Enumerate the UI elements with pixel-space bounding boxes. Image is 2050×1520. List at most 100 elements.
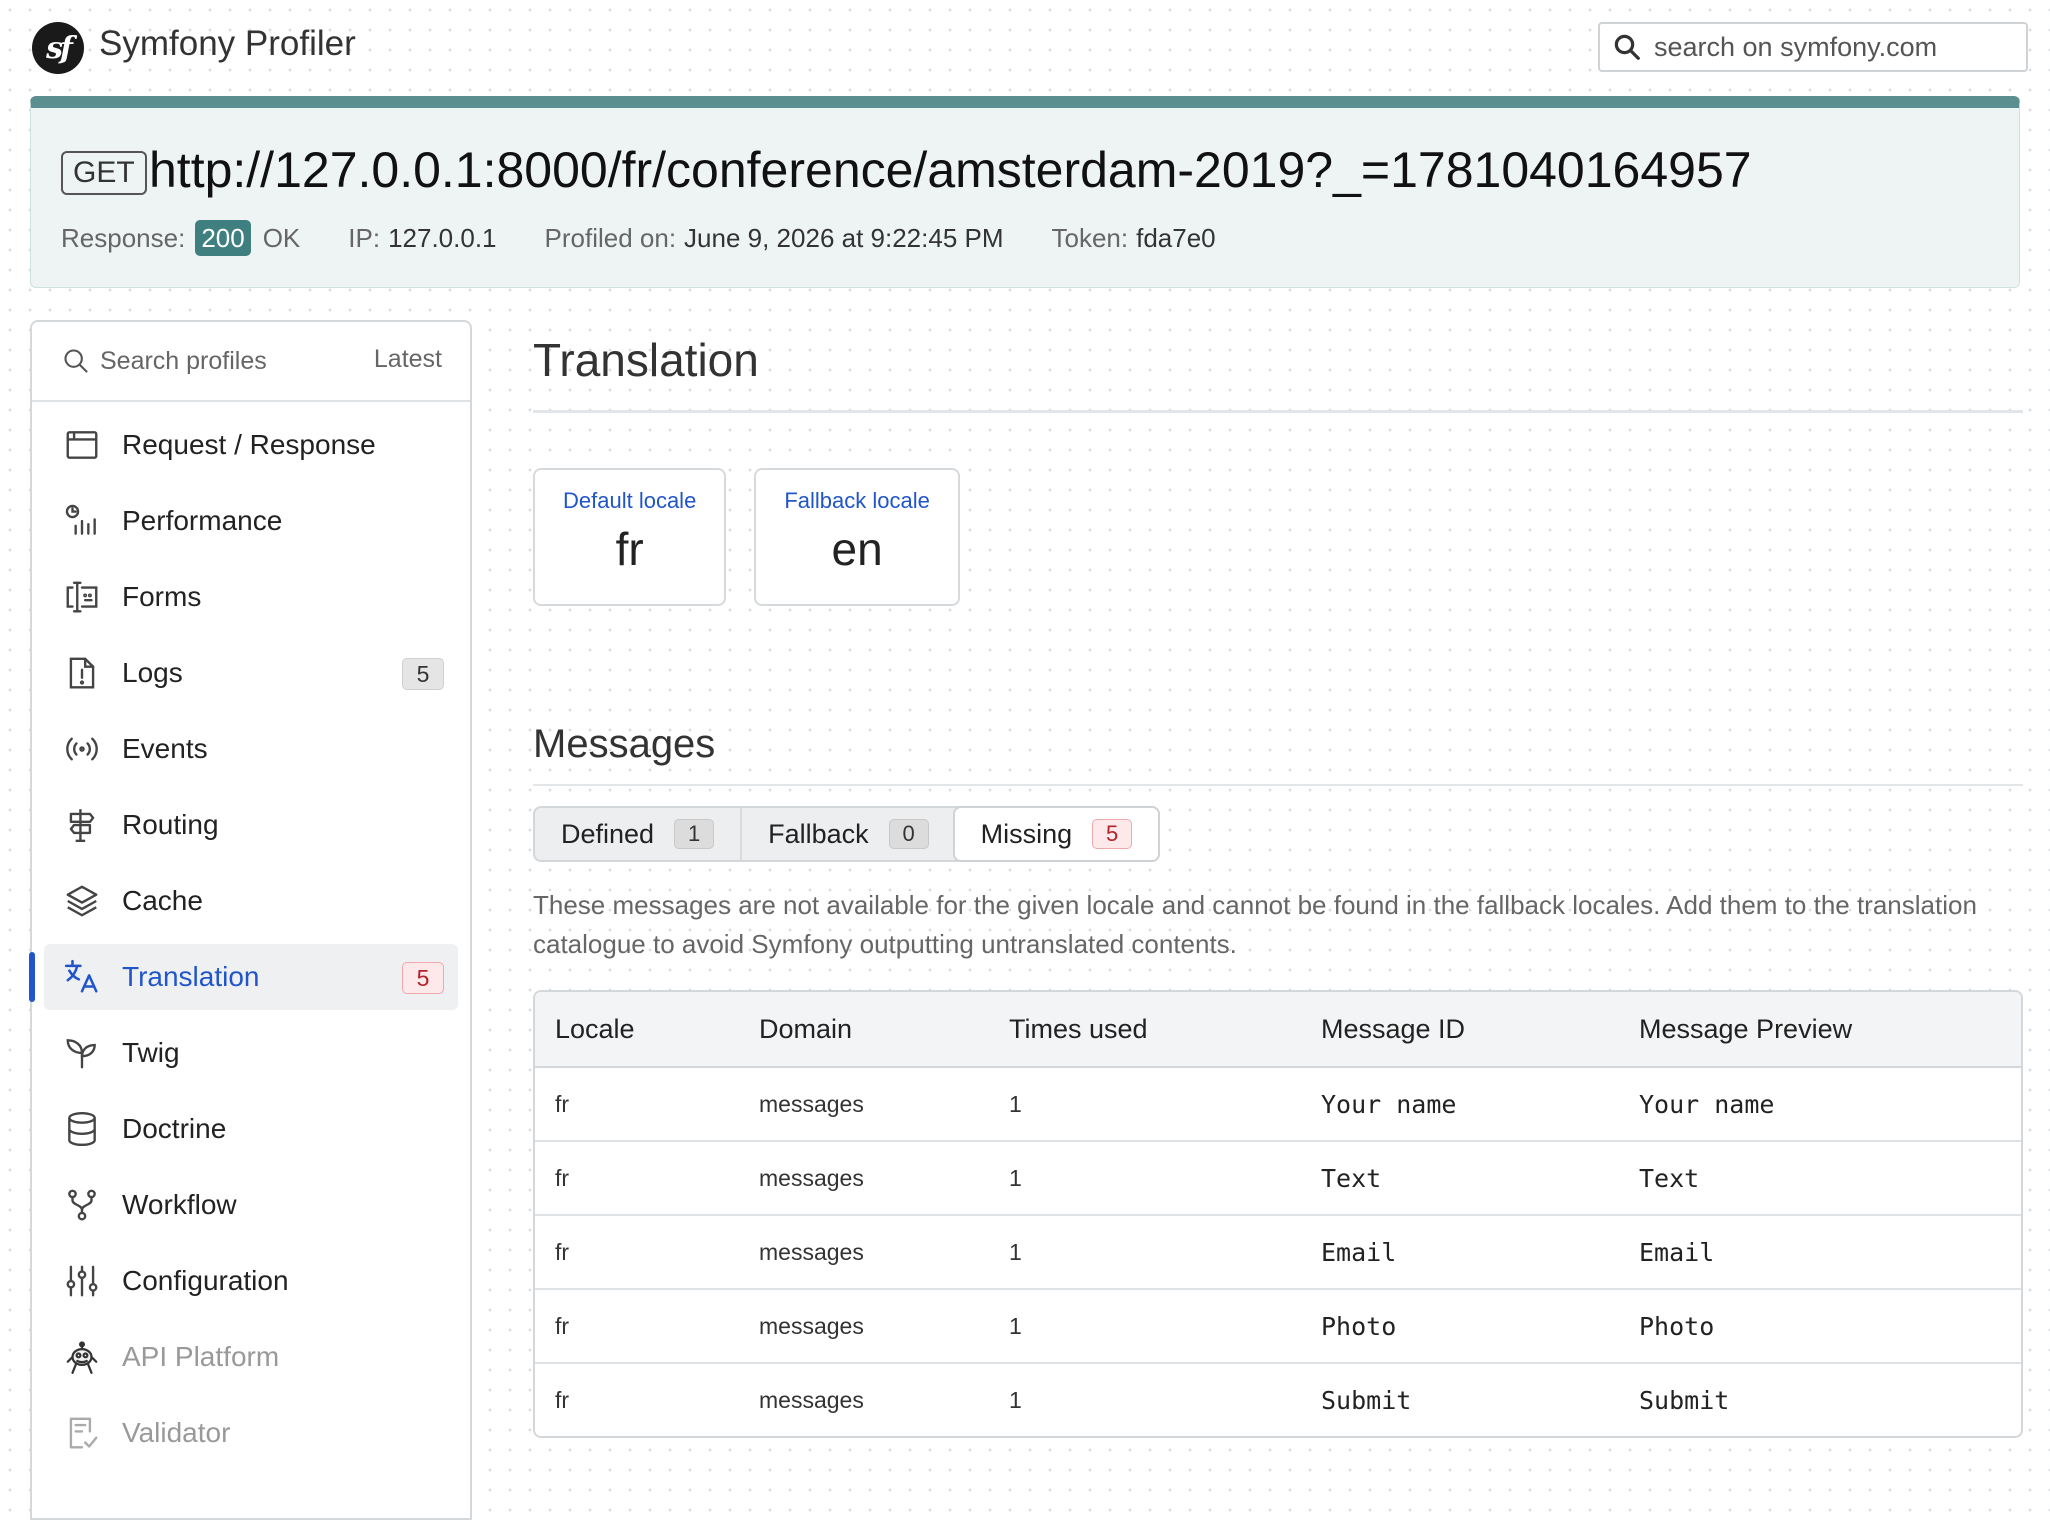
profiler-sidebar: Search profiles Latest Request / Respons… (29, 320, 472, 1520)
sidebar-item-label: Doctrine (122, 1113, 227, 1144)
sidebar-item-request-response[interactable]: Request / Response (44, 412, 458, 478)
performance-icon (62, 501, 102, 541)
sidebar-item-translation[interactable]: Translation 5 (29, 944, 458, 1010)
tab-label: Fallback (768, 818, 869, 849)
column-header-locale: Locale (535, 992, 739, 1068)
app-title: Symfony Profiler (99, 24, 356, 63)
table-row: fr messages 1 Your name Your name (535, 1067, 2021, 1141)
sidebar-item-api-platform[interactable]: API Platform (44, 1324, 458, 1390)
forms-icon (62, 577, 102, 617)
twig-icon (62, 1033, 102, 1073)
metric-label: Fallback locale (784, 488, 930, 513)
token-label: Token: (1051, 222, 1129, 253)
translation-icon (62, 957, 102, 997)
cell-message-id: Email (1301, 1214, 1619, 1289)
request-metadata: Response: 200 OK IP: 127.0.0.1 Profiled … (61, 220, 1264, 256)
ip-label: IP: (348, 222, 381, 253)
cell-message-preview: Your name (1639, 1089, 1775, 1119)
sidebar-item-logs[interactable]: Logs 5 (44, 640, 458, 706)
sidebar-item-label: Request / Response (122, 429, 376, 460)
messages-title: Messages (533, 716, 2023, 786)
symfony-search-box[interactable]: search on symfony.com (1598, 22, 2028, 72)
default-locale-metric: Default locale fr (533, 468, 727, 606)
latest-profile-link[interactable]: Latest (374, 345, 442, 374)
tab-defined[interactable]: Defined 1 (535, 808, 740, 860)
tab-fallback[interactable]: Fallback 0 (740, 808, 955, 860)
cell-times-used: 1 (989, 1214, 1301, 1289)
symfony-logo[interactable]: sf (32, 22, 84, 74)
cell-times-used: 1 (989, 1362, 1301, 1436)
tab-label: Missing (980, 818, 1073, 849)
token-value[interactable]: fda7e0 (1136, 223, 1216, 254)
sidebar-item-label: Twig (122, 1037, 180, 1068)
sidebar-item-validator[interactable]: Validator (44, 1400, 458, 1466)
sidebar-item-label: Validator (122, 1417, 231, 1448)
missing-messages-table: Locale Domain Times used Message ID Mess… (533, 990, 2023, 1438)
symfony-search-placeholder: search on symfony.com (1654, 31, 1938, 62)
sidebar-item-label: Cache (122, 885, 203, 916)
workflow-icon (62, 1185, 102, 1225)
sidebar-item-label: Forms (122, 581, 202, 612)
events-icon (62, 729, 102, 769)
status-badge: 200 (195, 220, 251, 256)
sidebar-item-workflow[interactable]: Workflow (44, 1172, 458, 1238)
locale-metrics: Default locale fr Fallback locale en (533, 468, 2023, 606)
logs-icon (62, 653, 102, 693)
cell-domain: messages (739, 1288, 989, 1363)
sidebar-item-label: Workflow (122, 1189, 237, 1220)
search-icon (64, 349, 88, 373)
logs-count-badge: 5 (402, 658, 444, 690)
page-title: Translation (533, 320, 2023, 413)
sidebar-item-label: Logs (122, 657, 183, 688)
sidebar-item-forms[interactable]: Forms (44, 564, 458, 630)
table-header-row: Locale Domain Times used Message ID Mess… (535, 992, 2021, 1068)
cache-icon (62, 881, 102, 921)
table-row: fr messages 1 Photo Photo (535, 1288, 2021, 1363)
cell-message-id: Your name (1321, 1089, 1457, 1119)
configuration-icon (62, 1261, 102, 1301)
table-row: fr messages 1 Email Email (535, 1214, 2021, 1289)
cell-message-preview: Photo (1619, 1288, 2021, 1363)
cell-locale: fr (535, 1362, 739, 1436)
cell-domain: messages (739, 1140, 989, 1215)
cell-message-id: Text (1301, 1140, 1619, 1215)
cell-message-id: Photo (1301, 1288, 1619, 1363)
sidebar-item-routing[interactable]: Routing (44, 792, 458, 858)
top-header: sf Symfony Profiler search on symfony.co… (0, 0, 2050, 95)
tab-count-badge: 0 (888, 819, 929, 849)
metric-label: Default locale (563, 488, 697, 513)
metric-value: fr (615, 523, 644, 575)
sidebar-item-configuration[interactable]: Configuration (44, 1248, 458, 1314)
translation-count-badge: 5 (402, 962, 444, 994)
column-header-message-id: Message ID (1301, 992, 1619, 1068)
table-row: fr messages 1 Text Text (535, 1140, 2021, 1215)
sidebar-item-label: Performance (122, 505, 283, 536)
sidebar-item-twig[interactable]: Twig (44, 1020, 458, 1086)
cell-times-used: 1 (1009, 1090, 1022, 1117)
profiled-label: Profiled on: (544, 222, 677, 253)
http-method-badge: GET (61, 151, 147, 195)
cell-message-preview: Text (1619, 1140, 2021, 1215)
sidebar-item-label: Routing (122, 809, 219, 840)
response-label: Response: (61, 222, 186, 253)
tab-missing[interactable]: Missing 5 (952, 806, 1161, 862)
sidebar-item-cache[interactable]: Cache (44, 868, 458, 934)
api-platform-icon (62, 1337, 102, 1377)
search-profiles-placeholder: Search profiles (100, 346, 267, 375)
cell-domain: messages (759, 1090, 864, 1117)
sidebar-item-doctrine[interactable]: Doctrine (44, 1096, 458, 1162)
sidebar-item-label: Configuration (122, 1265, 289, 1296)
sidebar-item-label: Events (122, 733, 208, 764)
fallback-locale-metric: Fallback locale en (754, 468, 960, 606)
column-header-times-used: Times used (989, 992, 1301, 1068)
search-profiles[interactable]: Search profiles Latest (32, 322, 470, 402)
cell-message-preview: Email (1619, 1214, 2021, 1289)
sidebar-item-events[interactable]: Events (44, 716, 458, 782)
panel-menu: Request / Response Performance Forms Log… (29, 402, 470, 1466)
cell-locale: fr (535, 1214, 739, 1289)
request-summary: GET http://127.0.0.1:8000/fr/conference/… (30, 96, 2020, 288)
profiled-on-value: June 9, 2026 at 9:22:45 PM (684, 222, 1004, 253)
request-response-icon (62, 425, 102, 465)
request-url[interactable]: http://127.0.0.1:8000/fr/conference/amst… (149, 138, 1752, 202)
sidebar-item-performance[interactable]: Performance (44, 488, 458, 554)
